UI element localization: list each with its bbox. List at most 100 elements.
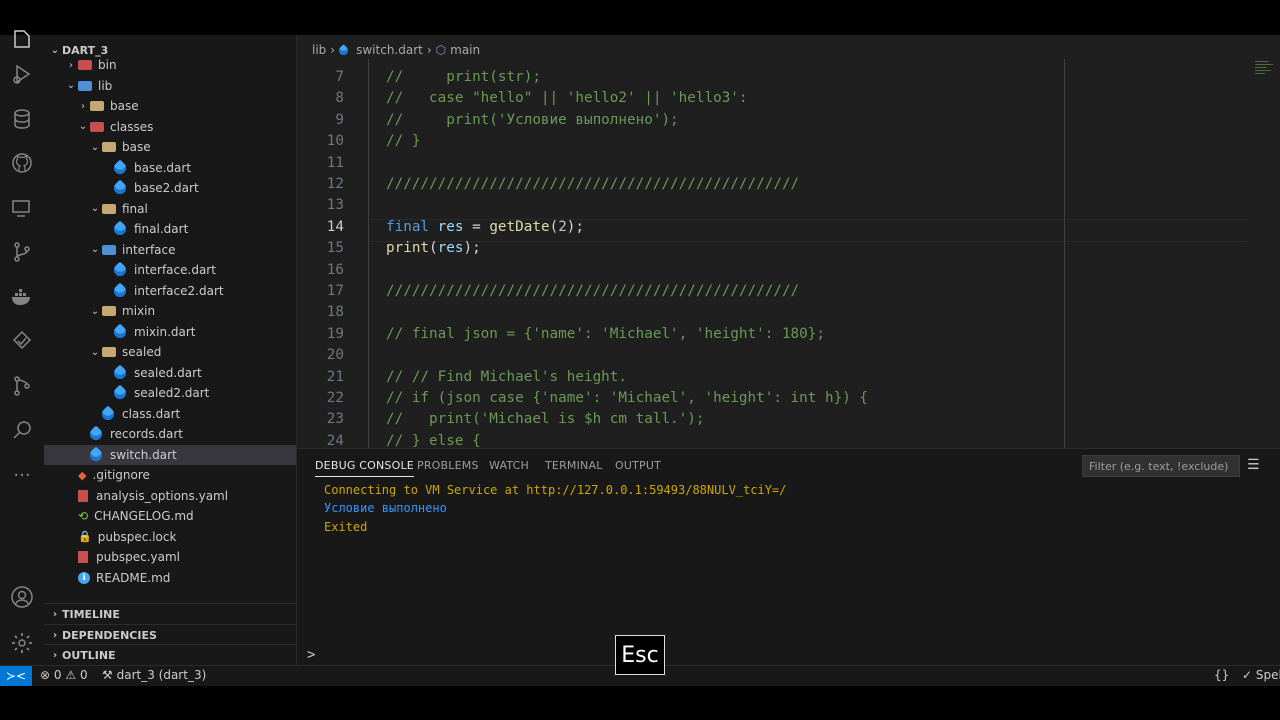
breadcrumb-file[interactable]: switch.dart — [356, 43, 423, 57]
tree-folder[interactable]: ⌄ base — [44, 137, 296, 157]
code-line[interactable]: ////////////////////////////////////////… — [386, 283, 799, 299]
search-icon[interactable] — [10, 418, 34, 442]
code-line[interactable]: final res = getDate(2); — [386, 219, 584, 235]
tree-item-label: interface — [122, 242, 176, 257]
remote-explorer-icon[interactable] — [10, 196, 34, 220]
remote-indicator-icon[interactable]: ≻< — [0, 666, 32, 686]
changelog-file-icon: ⟲ — [78, 509, 89, 523]
tree-file[interactable]: records.dart — [44, 424, 296, 444]
tree-folder[interactable]: ⌄ final — [44, 199, 296, 219]
tree-file[interactable]: base2.dart — [44, 178, 296, 198]
more-icon[interactable]: ··· — [10, 463, 34, 487]
code-line[interactable]: // } — [386, 133, 420, 149]
tree-file[interactable]: interface.dart — [44, 260, 296, 280]
tree-file[interactable]: interface2.dart — [44, 281, 296, 301]
problems-indicator[interactable]: ⊗ 0 ⚠ 0 — [40, 668, 88, 682]
folder-icon — [78, 60, 92, 70]
tab-debug-console[interactable]: DEBUG CONSOLE — [315, 459, 414, 477]
tab-terminal[interactable]: TERMINAL — [545, 459, 603, 472]
docker-icon[interactable] — [10, 285, 34, 309]
breadcrumb-symbol[interactable]: main — [450, 43, 480, 57]
tree-folder[interactable]: ⌄ interface — [44, 240, 296, 260]
folder-icon — [102, 306, 116, 316]
database-icon[interactable] — [10, 107, 34, 131]
code-line[interactable]: // // Find Michael's height. — [386, 369, 627, 385]
code-area[interactable]: 7 // print(str); 8 // case "hello" || 'hell… — [297, 35, 1280, 448]
tree-file[interactable]: sealed.dart — [44, 363, 296, 383]
tree-item-label: CHANGELOG.md — [94, 509, 194, 523]
error-count: 0 — [53, 668, 62, 682]
code-line[interactable]: // case "hello" || 'hello2' || 'hello3': — [386, 90, 748, 106]
tree-folder[interactable]: ⌄ mixin — [44, 301, 296, 321]
console-filter-input[interactable]: Filter (e.g. text, !exclude) — [1082, 455, 1240, 477]
code-line[interactable]: // print('Условие выполнено'); — [386, 112, 679, 128]
dart-file-icon — [111, 323, 129, 340]
line-number: 19 — [326, 325, 344, 342]
language-braces[interactable]: {} — [1214, 668, 1229, 682]
source-control-icon[interactable] — [10, 240, 34, 264]
tree-item-label: sealed — [122, 345, 162, 359]
section-title: OUTLINE — [62, 648, 116, 662]
tree-item-label: switch.dart — [110, 447, 177, 462]
tree-file[interactable]: final.dart — [44, 219, 296, 239]
git-file-icon: ◆ — [78, 468, 87, 482]
tree-file[interactable]: switch.dart — [44, 444, 296, 465]
git-graph-icon[interactable] — [10, 374, 34, 398]
code-line[interactable]: // print(str); — [386, 69, 541, 85]
tree-file[interactable]: base.dart — [44, 158, 296, 178]
github-icon[interactable] — [10, 151, 34, 175]
code-line[interactable]: // } else { — [386, 433, 481, 448]
explorer-sidebar: ⌄ DART_3 › bin ⌄ lib › base ⌄ classes ⌄ base base.… — [44, 35, 297, 665]
folder-icon — [102, 347, 116, 357]
tree-folder[interactable]: ⌄ classes — [44, 117, 296, 137]
code-line[interactable]: // if (json case {'name': 'Michael', 'he… — [386, 390, 868, 406]
settings-gear-icon[interactable] — [10, 631, 34, 655]
timeline-section[interactable]: › TIMELINE — [44, 603, 296, 624]
dart-file-icon — [87, 446, 105, 463]
tree-item-label: final.dart — [134, 222, 189, 236]
line-number: 7 — [335, 69, 344, 85]
testing-icon[interactable] — [10, 329, 34, 353]
chevron-right-icon: › — [81, 100, 85, 112]
tree-file[interactable]: ℹ README.md — [44, 568, 296, 588]
minimap[interactable] — [1255, 59, 1275, 89]
code-line[interactable]: print(res); — [386, 240, 481, 256]
tree-item-label: base2.dart — [134, 181, 199, 195]
tree-file[interactable]: ◆ .gitignore — [44, 465, 296, 485]
account-icon[interactable] — [10, 585, 34, 609]
dart-file-icon — [111, 159, 129, 176]
code-line[interactable]: ////////////////////////////////////////… — [386, 176, 799, 192]
run-debug-icon[interactable] — [10, 62, 34, 86]
tree-file[interactable]: class.dart — [44, 404, 296, 424]
warning-icon: ⚠ — [65, 668, 77, 682]
code-editor[interactable]: 7 // print(str); 8 // case "hello" || 'hell… — [297, 35, 1280, 448]
dart-project-status[interactable]: ⚒ dart_3 (dart_3) — [102, 668, 206, 682]
tree-folder[interactable]: ⌄ sealed — [44, 342, 296, 362]
dart-file-icon — [111, 282, 129, 299]
tab-problems[interactable]: PROBLEMS — [417, 459, 479, 472]
console-prompt[interactable]: > — [307, 647, 315, 663]
tree-file[interactable]: sealed2.dart — [44, 383, 296, 403]
outline-section[interactable]: › OUTLINE — [44, 644, 296, 665]
explorer-icon[interactable] — [10, 27, 34, 51]
tree-folder[interactable]: ⌄ lib — [44, 76, 296, 96]
folder-icon — [102, 244, 116, 255]
yaml-file-icon — [78, 551, 88, 563]
dependencies-section[interactable]: › DEPENDENCIES — [44, 624, 296, 645]
lock-file-icon: 🔒 — [78, 530, 92, 543]
tab-watch[interactable]: WATCH — [489, 459, 529, 472]
tree-file[interactable]: mixin.dart — [44, 322, 296, 342]
code-line[interactable]: // final json = {'name': 'Michael', 'hei… — [386, 326, 825, 342]
tree-file[interactable]: 🔒 pubspec.lock — [44, 527, 296, 547]
breadcrumb-folder[interactable]: lib — [312, 43, 326, 57]
tab-output[interactable]: OUTPUT — [615, 459, 661, 472]
tree-file[interactable]: analysis_options.yaml — [44, 486, 296, 506]
tree-folder[interactable]: › bin — [44, 55, 296, 75]
tree-file[interactable]: ⟲ CHANGELOG.md — [44, 506, 296, 526]
line-number: 17 — [326, 283, 344, 299]
code-line[interactable]: // print('Michael is $h cm tall.'); — [386, 411, 704, 427]
tree-folder[interactable]: › base — [44, 96, 296, 116]
tree-file[interactable]: pubspec.yaml — [44, 547, 296, 567]
filter-list-icon[interactable]: ☰ — [1247, 457, 1260, 473]
spell-check-status[interactable]: ✓ Spel — [1242, 668, 1280, 682]
